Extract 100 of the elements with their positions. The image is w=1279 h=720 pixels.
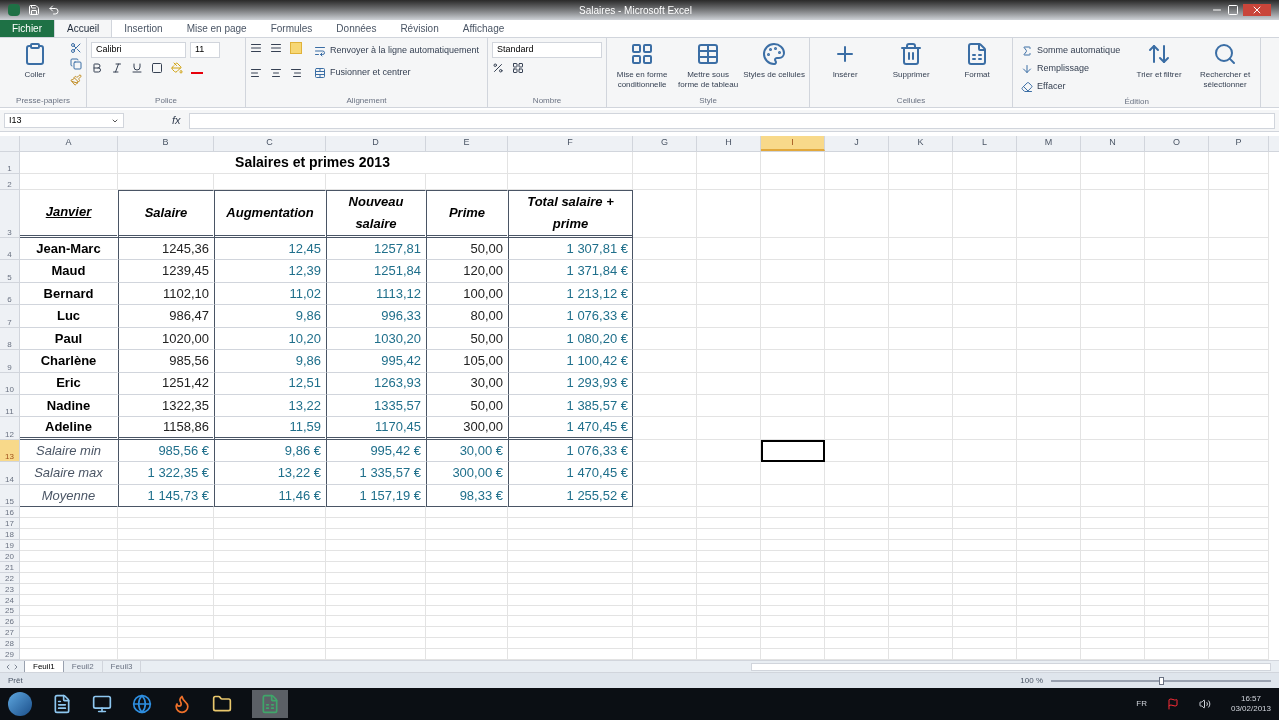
row-header[interactable]: 2 bbox=[0, 174, 20, 190]
row-header[interactable]: 9 bbox=[0, 350, 20, 373]
spreadsheet-cell[interactable] bbox=[426, 550, 508, 562]
spreadsheet-cell[interactable] bbox=[118, 583, 214, 595]
spreadsheet-cell[interactable] bbox=[697, 583, 761, 595]
spreadsheet-cell[interactable] bbox=[889, 462, 953, 485]
spreadsheet-cell[interactable] bbox=[508, 572, 633, 584]
spreadsheet-cell[interactable] bbox=[426, 572, 508, 584]
excel-taskbar-button[interactable] bbox=[252, 690, 288, 718]
spreadsheet-cell[interactable] bbox=[1209, 616, 1269, 628]
spreadsheet-cell[interactable] bbox=[1017, 417, 1081, 440]
language-indicator[interactable]: FR bbox=[1136, 698, 1147, 710]
spreadsheet-cell[interactable] bbox=[825, 539, 889, 551]
spreadsheet-cell[interactable] bbox=[214, 550, 326, 562]
spreadsheet-cell[interactable] bbox=[1081, 550, 1145, 562]
spreadsheet-cell[interactable] bbox=[825, 462, 889, 485]
spreadsheet-cell[interactable] bbox=[697, 605, 761, 617]
spreadsheet-cell[interactable] bbox=[508, 539, 633, 551]
spreadsheet-cell[interactable] bbox=[633, 550, 697, 562]
spreadsheet-cell[interactable] bbox=[633, 372, 697, 395]
spreadsheet-cell[interactable] bbox=[1209, 260, 1269, 283]
column-header[interactable]: L bbox=[953, 136, 1017, 151]
spreadsheet-cell[interactable] bbox=[889, 550, 953, 562]
spreadsheet-cell[interactable] bbox=[761, 372, 825, 395]
style-button[interactable]: Mettre sous forme de tableau bbox=[677, 42, 740, 90]
clock[interactable]: 16:57 03/02/2013 bbox=[1230, 694, 1271, 714]
spreadsheet-cell[interactable] bbox=[1145, 627, 1209, 639]
spreadsheet-cell[interactable] bbox=[1209, 305, 1269, 328]
column-header[interactable]: P bbox=[1209, 136, 1269, 151]
spreadsheet-cell[interactable] bbox=[633, 189, 697, 238]
row-header[interactable]: 28 bbox=[0, 638, 20, 650]
spreadsheet-cell[interactable] bbox=[118, 572, 214, 584]
editing-command[interactable]: Remplissage bbox=[1017, 60, 1125, 78]
column-header[interactable]: M bbox=[1017, 136, 1081, 151]
spreadsheet-cell[interactable] bbox=[20, 627, 118, 639]
spreadsheet-cell[interactable] bbox=[20, 561, 118, 573]
spreadsheet-cell[interactable] bbox=[889, 305, 953, 328]
spreadsheet-cell[interactable] bbox=[889, 372, 953, 395]
spreadsheet-cell[interactable] bbox=[508, 529, 633, 540]
spreadsheet-cell[interactable] bbox=[953, 417, 1017, 440]
editing-button[interactable]: Rechercher et sélectionner bbox=[1194, 42, 1257, 90]
spreadsheet-cell[interactable] bbox=[697, 529, 761, 540]
spreadsheet-cell[interactable] bbox=[1145, 350, 1209, 373]
spreadsheet-cell[interactable] bbox=[761, 394, 825, 418]
spreadsheet-cell[interactable] bbox=[1209, 282, 1269, 306]
row-header[interactable]: 5 bbox=[0, 260, 20, 283]
spreadsheet-cell[interactable] bbox=[1209, 605, 1269, 617]
spreadsheet-cell[interactable] bbox=[953, 583, 1017, 595]
spreadsheet-cell[interactable] bbox=[1209, 627, 1269, 639]
spreadsheet-cell[interactable] bbox=[697, 152, 761, 174]
spreadsheet-cell[interactable] bbox=[20, 583, 118, 595]
spreadsheet-cell[interactable] bbox=[953, 394, 1017, 418]
spreadsheet-cell[interactable] bbox=[633, 484, 697, 508]
spreadsheet-cell[interactable] bbox=[697, 484, 761, 508]
spreadsheet-cell[interactable] bbox=[326, 583, 426, 595]
spreadsheet-cell[interactable] bbox=[953, 550, 1017, 562]
spreadsheet-cell[interactable] bbox=[20, 616, 118, 628]
column-header[interactable]: C bbox=[214, 136, 326, 151]
spreadsheet-cell[interactable] bbox=[508, 561, 633, 573]
row-header[interactable]: 6 bbox=[0, 282, 20, 306]
spreadsheet-cell[interactable] bbox=[697, 507, 761, 519]
spreadsheet-cell[interactable] bbox=[1145, 484, 1209, 508]
spreadsheet-cell[interactable] bbox=[20, 539, 118, 551]
spreadsheet-cell[interactable] bbox=[633, 350, 697, 373]
column-header[interactable]: N bbox=[1081, 136, 1145, 151]
column-header[interactable]: O bbox=[1145, 136, 1209, 151]
spreadsheet-cell[interactable] bbox=[508, 638, 633, 650]
row-header[interactable]: 22 bbox=[0, 572, 20, 584]
spreadsheet-cell[interactable] bbox=[761, 350, 825, 373]
spreadsheet-cell[interactable] bbox=[1145, 518, 1209, 530]
spreadsheet-cell[interactable] bbox=[1145, 372, 1209, 395]
spreadsheet-cell[interactable] bbox=[633, 260, 697, 283]
spreadsheet-cell[interactable] bbox=[1017, 394, 1081, 418]
row-header[interactable]: 19 bbox=[0, 539, 20, 551]
spreadsheet-cell[interactable] bbox=[508, 583, 633, 595]
spreadsheet-cell[interactable] bbox=[761, 605, 825, 617]
spreadsheet-cell[interactable] bbox=[697, 394, 761, 418]
spreadsheet-cell[interactable] bbox=[326, 616, 426, 628]
spreadsheet-cell[interactable] bbox=[889, 605, 953, 617]
spreadsheet-cell[interactable] bbox=[426, 605, 508, 617]
zoom-level[interactable]: 100 % bbox=[1020, 674, 1043, 687]
spreadsheet-cell[interactable] bbox=[633, 327, 697, 351]
spreadsheet-cell[interactable] bbox=[953, 372, 1017, 395]
row-header[interactable]: 20 bbox=[0, 550, 20, 562]
spreadsheet-cell[interactable] bbox=[697, 616, 761, 628]
spreadsheet-cell[interactable] bbox=[1081, 189, 1145, 238]
spreadsheet-cell[interactable] bbox=[1145, 462, 1209, 485]
spreadsheet-cell[interactable] bbox=[20, 605, 118, 617]
spreadsheet-cell[interactable] bbox=[20, 529, 118, 540]
spreadsheet-cell[interactable] bbox=[426, 518, 508, 530]
spreadsheet-cell[interactable] bbox=[1017, 572, 1081, 584]
row-header[interactable]: 1 bbox=[0, 152, 20, 174]
spreadsheet-cell[interactable] bbox=[633, 152, 697, 174]
spreadsheet-cell[interactable] bbox=[889, 394, 953, 418]
column-header[interactable]: B bbox=[118, 136, 214, 151]
spreadsheet-cell[interactable] bbox=[633, 638, 697, 650]
spreadsheet-cell[interactable] bbox=[214, 561, 326, 573]
spreadsheet-cell[interactable] bbox=[953, 627, 1017, 639]
spreadsheet-cell[interactable] bbox=[1209, 539, 1269, 551]
spreadsheet-cell[interactable] bbox=[1081, 638, 1145, 650]
